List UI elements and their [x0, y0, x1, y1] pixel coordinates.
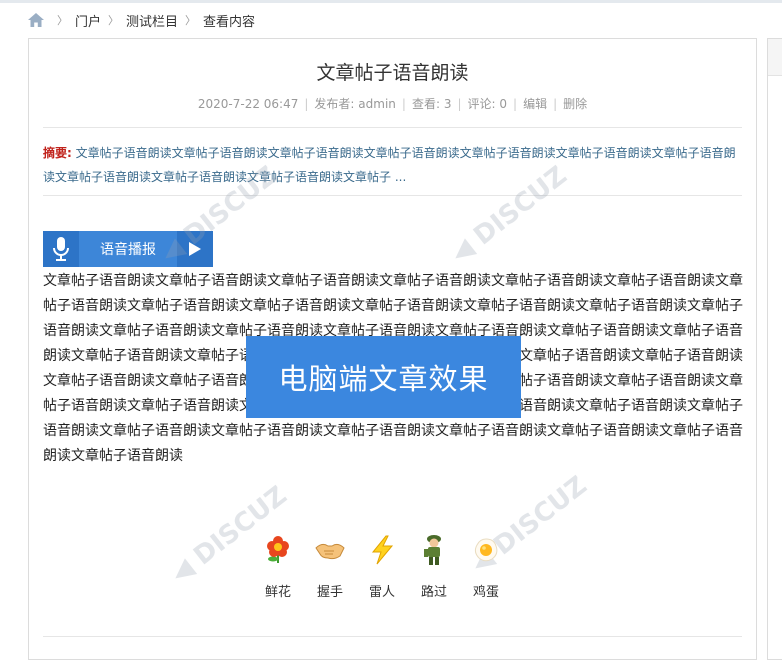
reaction-label: 握手	[316, 585, 343, 600]
reaction-label: 路过	[420, 585, 447, 600]
breadcrumb-current: 查看内容	[203, 14, 256, 30]
handshake-icon	[314, 534, 346, 566]
overlay-banner: 电脑端文章效果	[246, 336, 521, 418]
top-border	[0, 0, 782, 3]
breadcrumb-portal-link[interactable]: 门户	[75, 11, 101, 30]
reaction-label: 雷人	[368, 585, 395, 600]
article-summary: 摘要: 文章帖子语音朗读文章帖子语音朗读文章帖子语音朗读文章帖子语音朗读文章帖子…	[43, 141, 742, 189]
breadcrumb-separator: 〉	[108, 14, 120, 27]
flower-icon	[262, 534, 294, 566]
reaction-egg[interactable]: 鸡蛋	[470, 534, 502, 600]
divider	[43, 127, 742, 128]
player-label[interactable]: 语音播报	[79, 231, 177, 267]
summary-label: 摘要:	[43, 146, 72, 160]
reaction-bar: 鲜花 握手 雷人 路过 鸡蛋	[262, 534, 502, 600]
views-label: 查看:	[411, 97, 440, 111]
breadcrumb-category-link[interactable]: 测试栏目	[126, 11, 178, 30]
audio-player[interactable]: 语音播报	[43, 231, 213, 267]
play-icon[interactable]	[177, 231, 213, 267]
egg-icon	[470, 534, 502, 566]
views-count: 3	[443, 97, 452, 111]
divider	[43, 636, 742, 637]
author-link[interactable]: admin	[358, 97, 396, 111]
edit-link[interactable]: 编辑	[523, 97, 547, 111]
breadcrumb: 〉 门户 〉 测试栏目 〉 查看内容	[28, 10, 255, 30]
reaction-flower[interactable]: 鲜花	[262, 534, 294, 600]
reaction-passby[interactable]: 路过	[418, 534, 450, 600]
author-label: 发布者:	[314, 97, 355, 111]
reaction-handshake[interactable]: 握手	[314, 534, 346, 600]
soldier-icon	[418, 534, 450, 566]
article-meta: 2020-7-22 06:47 | 发布者: admin | 查看: 3 | 评论: 0 | 编…	[197, 97, 588, 111]
reaction-label: 鸡蛋	[472, 585, 499, 600]
microphone-icon	[43, 231, 79, 267]
article-title: 文章帖子语音朗读	[316, 62, 469, 84]
home-icon[interactable]	[28, 13, 44, 27]
breadcrumb-separator: 〉	[57, 14, 68, 27]
comments-label: 评论:	[467, 97, 496, 111]
post-date: 2020-7-22 06:47	[197, 97, 299, 111]
right-sidebar	[767, 38, 782, 660]
comments-count: 0	[499, 97, 508, 111]
summary-text: 文章帖子语音朗读文章帖子语音朗读文章帖子语音朗读文章帖子语音朗读文章帖子语音朗读…	[43, 146, 736, 184]
sidebar-header	[768, 39, 782, 76]
delete-link[interactable]: 删除	[563, 97, 587, 111]
reaction-lightning[interactable]: 雷人	[366, 534, 398, 600]
reaction-label: 鲜花	[264, 585, 291, 600]
lightning-icon	[366, 534, 398, 566]
breadcrumb-separator: 〉	[185, 14, 197, 27]
divider	[43, 195, 742, 196]
